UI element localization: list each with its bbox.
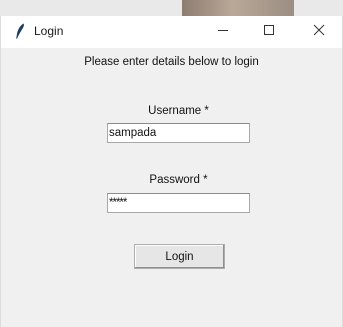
password-field[interactable] [107,193,250,213]
maximize-icon [263,23,275,41]
password-label: Password * [149,174,208,186]
minimize-button[interactable] [200,16,246,48]
close-button[interactable] [296,16,342,48]
username-field[interactable] [107,123,250,143]
username-label: Username * [148,105,209,117]
login-window: Login Please enter details below to logi… [0,16,343,327]
login-button[interactable]: Login [134,244,225,269]
title-bar[interactable]: Login [1,16,342,48]
close-icon [313,23,325,41]
minimize-icon [217,23,229,41]
window-title: Login [34,24,64,38]
background-image [182,0,294,16]
maximize-button[interactable] [246,16,292,48]
feather-icon [15,23,25,39]
login-prompt: Please enter details below to login [84,56,259,68]
